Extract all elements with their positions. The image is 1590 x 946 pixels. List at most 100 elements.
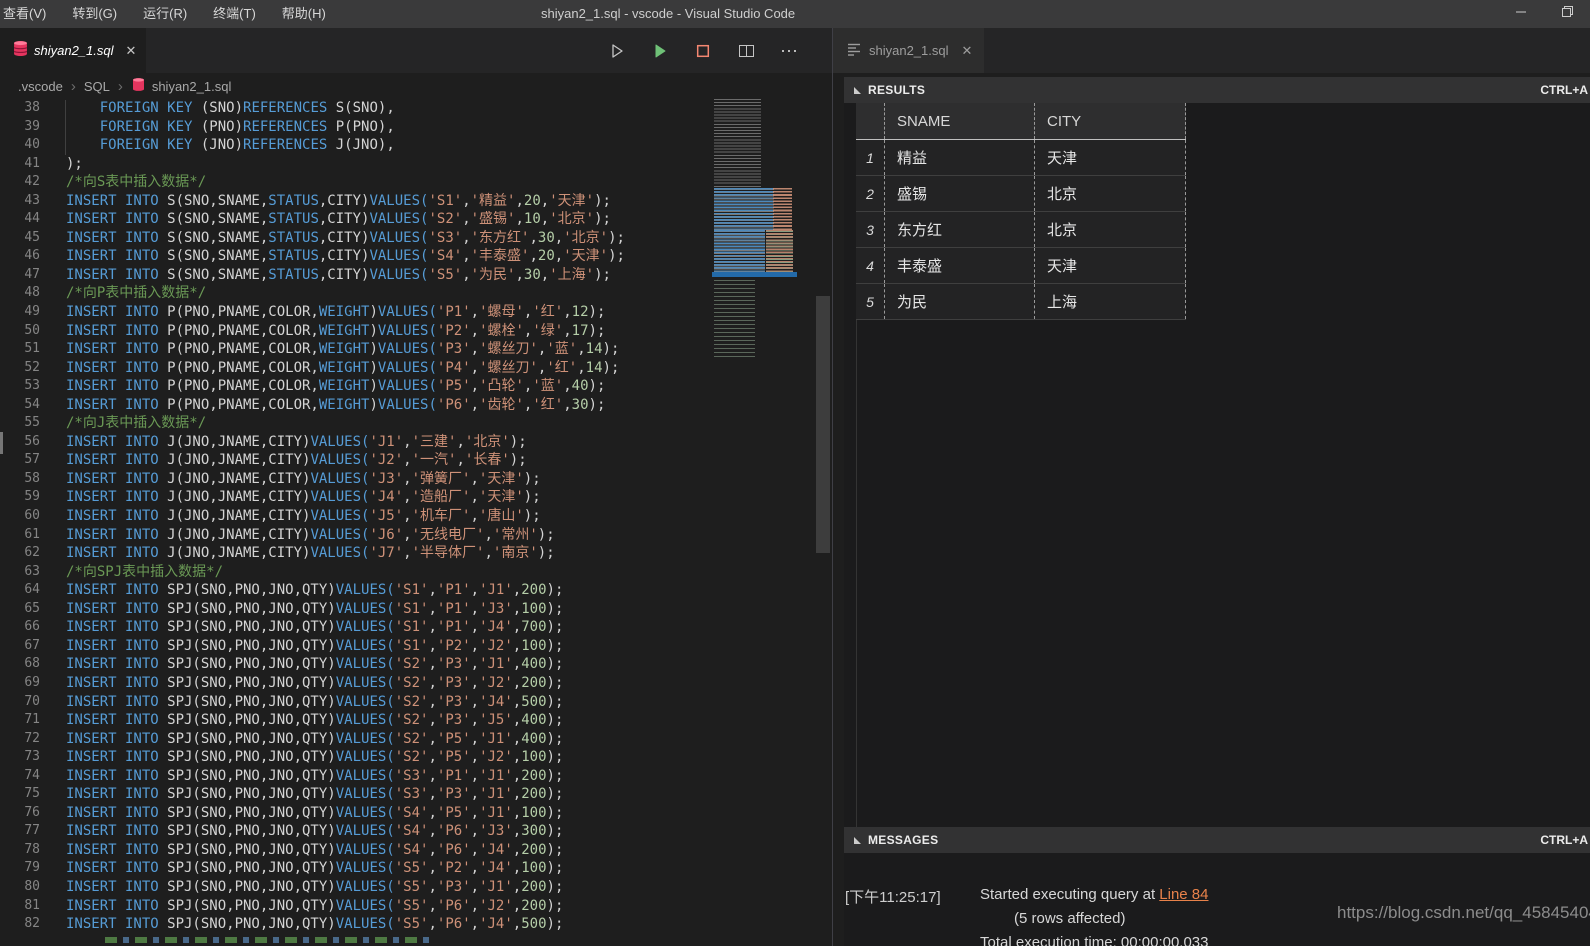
code-line[interactable]: 57INSERT INTO J(JNO,JNAME,CITY)VALUES('J… <box>0 451 625 470</box>
table-row[interactable]: 5为民上海 <box>856 284 1186 320</box>
code-line[interactable]: 76INSERT INTO SPJ(SNO,PNO,JNO,QTY)VALUES… <box>0 804 625 823</box>
code-line[interactable]: 49INSERT INTO P(PNO,PNAME,COLOR,WEIGHT)V… <box>0 303 625 322</box>
menu-item[interactable]: 转到(G) <box>59 0 130 28</box>
restore-button[interactable] <box>1544 0 1590 28</box>
csdn-watermark: https://blog.csdn.net/qq_45845404 <box>1337 903 1590 923</box>
menu-item[interactable]: 查看(V) <box>0 0 59 28</box>
run-query-outline-icon[interactable] <box>608 42 626 60</box>
code-line[interactable]: 78INSERT INTO SPJ(SNO,PNO,JNO,QTY)VALUES… <box>0 841 625 860</box>
code-line[interactable]: 42/*向S表中插入数据*/ <box>0 173 625 192</box>
code-line[interactable]: 77INSERT INTO SPJ(SNO,PNO,JNO,QTY)VALUES… <box>0 822 625 841</box>
code-line[interactable]: 72INSERT INTO SPJ(SNO,PNO,JNO,QTY)VALUES… <box>0 730 625 749</box>
code-line[interactable]: 75INSERT INTO SPJ(SNO,PNO,JNO,QTY)VALUES… <box>0 785 625 804</box>
code-line[interactable]: 52INSERT INTO P(PNO,PNAME,COLOR,WEIGHT)V… <box>0 359 625 378</box>
line-number: 51 <box>0 340 40 359</box>
code-line[interactable]: 51INSERT INTO P(PNO,PNAME,COLOR,WEIGHT)V… <box>0 340 625 359</box>
stop-query-icon[interactable] <box>694 42 712 60</box>
row-number-cell[interactable]: 1 <box>856 140 884 175</box>
code-line[interactable]: 40 FOREIGN KEY (JNO)REFERENCES J(JNO), <box>0 136 625 155</box>
code-line[interactable]: 71INSERT INTO SPJ(SNO,PNO,JNO,QTY)VALUES… <box>0 711 625 730</box>
sname-cell[interactable]: 精益 <box>884 140 1034 175</box>
minimize-button[interactable] <box>1498 0 1544 28</box>
code-line[interactable]: 67INSERT INTO SPJ(SNO,PNO,JNO,QTY)VALUES… <box>0 637 625 656</box>
city-cell[interactable]: 上海 <box>1034 284 1186 319</box>
results-table: SNAME CITY 1精益天津2盛锡北京3东方红北京4丰泰盛天津5为民上海 <box>856 103 1186 320</box>
code-line[interactable]: 64INSERT INTO SPJ(SNO,PNO,JNO,QTY)VALUES… <box>0 581 625 600</box>
code-line[interactable]: 47INSERT INTO S(SNO,SNAME,STATUS,CITY)VA… <box>0 266 625 285</box>
code-line[interactable]: 74INSERT INTO SPJ(SNO,PNO,JNO,QTY)VALUES… <box>0 767 625 786</box>
split-editor-icon[interactable] <box>737 42 755 60</box>
code-line[interactable]: 39 FOREIGN KEY (PNO)REFERENCES P(PNO), <box>0 118 625 137</box>
code-text: ); <box>40 155 83 174</box>
breadcrumb: .vscode › SQL › shiyan2_1.sql <box>0 73 832 99</box>
code-line[interactable]: 79INSERT INTO SPJ(SNO,PNO,JNO,QTY)VALUES… <box>0 859 625 878</box>
code-line[interactable]: 45INSERT INTO S(SNO,SNAME,STATUS,CITY)VA… <box>0 229 625 248</box>
code-line[interactable]: 59INSERT INTO J(JNO,JNAME,CITY)VALUES('J… <box>0 488 625 507</box>
code-line[interactable]: 60INSERT INTO J(JNO,JNAME,CITY)VALUES('J… <box>0 507 625 526</box>
line-number: 62 <box>0 544 40 563</box>
row-number-cell[interactable]: 5 <box>856 284 884 319</box>
code-line[interactable]: 63/*向SPJ表中插入数据*/ <box>0 563 625 582</box>
code-line[interactable]: 44INSERT INTO S(SNO,SNAME,STATUS,CITY)VA… <box>0 210 625 229</box>
breadcrumb-folder[interactable]: SQL <box>84 79 110 94</box>
code-line[interactable]: 53INSERT INTO P(PNO,PNAME,COLOR,WEIGHT)V… <box>0 377 625 396</box>
messages-section-header[interactable]: MESSAGES CTRL+A <box>844 827 1590 853</box>
menu-item[interactable]: 运行(R) <box>130 0 200 28</box>
code-line[interactable]: 54INSERT INTO P(PNO,PNAME,COLOR,WEIGHT)V… <box>0 396 625 415</box>
code-line[interactable]: 68INSERT INTO SPJ(SNO,PNO,JNO,QTY)VALUES… <box>0 655 625 674</box>
code-line[interactable]: 66INSERT INTO SPJ(SNO,PNO,JNO,QTY)VALUES… <box>0 618 625 637</box>
menu-item[interactable]: 终端(T) <box>200 0 269 28</box>
code-line[interactable]: 56INSERT INTO J(JNO,JNAME,CITY)VALUES('J… <box>0 433 625 452</box>
table-row[interactable]: 2盛锡北京 <box>856 176 1186 212</box>
menu-item[interactable]: 帮助(H) <box>269 0 339 28</box>
line-84-link[interactable]: Line 84 <box>1159 886 1208 903</box>
code-line[interactable]: 43INSERT INTO S(SNO,SNAME,STATUS,CITY)VA… <box>0 192 625 211</box>
code-line[interactable]: 55/*向J表中插入数据*/ <box>0 414 625 433</box>
editor-tab[interactable]: shiyan2_1.sql ✕ <box>0 28 146 73</box>
code-line[interactable]: 73INSERT INTO SPJ(SNO,PNO,JNO,QTY)VALUES… <box>0 748 625 767</box>
column-header-city[interactable]: CITY <box>1034 103 1186 139</box>
table-row[interactable]: 4丰泰盛天津 <box>856 248 1186 284</box>
line-number: 54 <box>0 396 40 415</box>
sname-cell[interactable]: 丰泰盛 <box>884 248 1034 283</box>
city-cell[interactable]: 北京 <box>1034 212 1186 247</box>
city-cell[interactable]: 天津 <box>1034 140 1186 175</box>
close-icon[interactable]: ✕ <box>126 43 137 59</box>
results-section-header[interactable]: RESULTS CTRL+A <box>844 77 1590 103</box>
row-number-cell[interactable]: 2 <box>856 176 884 211</box>
code-line[interactable]: 70INSERT INTO SPJ(SNO,PNO,JNO,QTY)VALUES… <box>0 693 625 712</box>
run-query-icon[interactable] <box>651 42 669 60</box>
code-line[interactable]: 61INSERT INTO J(JNO,JNAME,CITY)VALUES('J… <box>0 526 625 545</box>
breadcrumb-file[interactable]: shiyan2_1.sql <box>152 79 232 94</box>
editor-group: shiyan2_1.sql ✕ ⋯ .vscode <box>0 28 832 946</box>
code-line[interactable]: 50INSERT INTO P(PNO,PNAME,COLOR,WEIGHT)V… <box>0 322 625 341</box>
results-panel-tab[interactable]: shiyan2_1.sql ✕ <box>833 28 984 73</box>
code-line[interactable]: 65INSERT INTO SPJ(SNO,PNO,JNO,QTY)VALUES… <box>0 600 625 619</box>
scrollbar-thumb[interactable] <box>816 296 830 553</box>
more-actions-icon[interactable]: ⋯ <box>780 42 798 60</box>
code-line[interactable]: 81INSERT INTO SPJ(SNO,PNO,JNO,QTY)VALUES… <box>0 897 625 916</box>
table-row[interactable]: 3东方红北京 <box>856 212 1186 248</box>
sname-cell[interactable]: 为民 <box>884 284 1034 319</box>
code-line[interactable]: 62INSERT INTO J(JNO,JNAME,CITY)VALUES('J… <box>0 544 625 563</box>
code-line[interactable]: 80INSERT INTO SPJ(SNO,PNO,JNO,QTY)VALUES… <box>0 878 625 897</box>
city-cell[interactable]: 天津 <box>1034 248 1186 283</box>
code-line[interactable]: 46INSERT INTO S(SNO,SNAME,STATUS,CITY)VA… <box>0 247 625 266</box>
sname-cell[interactable]: 盛锡 <box>884 176 1034 211</box>
row-number-cell[interactable]: 4 <box>856 248 884 283</box>
code-line[interactable]: 58INSERT INTO J(JNO,JNAME,CITY)VALUES('J… <box>0 470 625 489</box>
table-row[interactable]: 1精益天津 <box>856 140 1186 176</box>
sname-cell[interactable]: 东方红 <box>884 212 1034 247</box>
code-line[interactable]: 82INSERT INTO SPJ(SNO,PNO,JNO,QTY)VALUES… <box>0 915 625 934</box>
breadcrumb-folder[interactable]: .vscode <box>18 79 63 94</box>
code-line[interactable]: 69INSERT INTO SPJ(SNO,PNO,JNO,QTY)VALUES… <box>0 674 625 693</box>
row-number-cell[interactable]: 3 <box>856 212 884 247</box>
column-header-sname[interactable]: SNAME <box>884 103 1034 139</box>
minimap[interactable] <box>712 99 797 361</box>
code-line[interactable]: 41); <box>0 155 625 174</box>
close-icon[interactable]: ✕ <box>962 43 973 59</box>
code-line[interactable]: 38 FOREIGN KEY (SNO)REFERENCES S(SNO), <box>0 99 625 118</box>
code-editor[interactable]: 38 FOREIGN KEY (SNO)REFERENCES S(SNO),39… <box>0 99 832 946</box>
code-line[interactable]: 48/*向P表中插入数据*/ <box>0 284 625 303</box>
city-cell[interactable]: 北京 <box>1034 176 1186 211</box>
